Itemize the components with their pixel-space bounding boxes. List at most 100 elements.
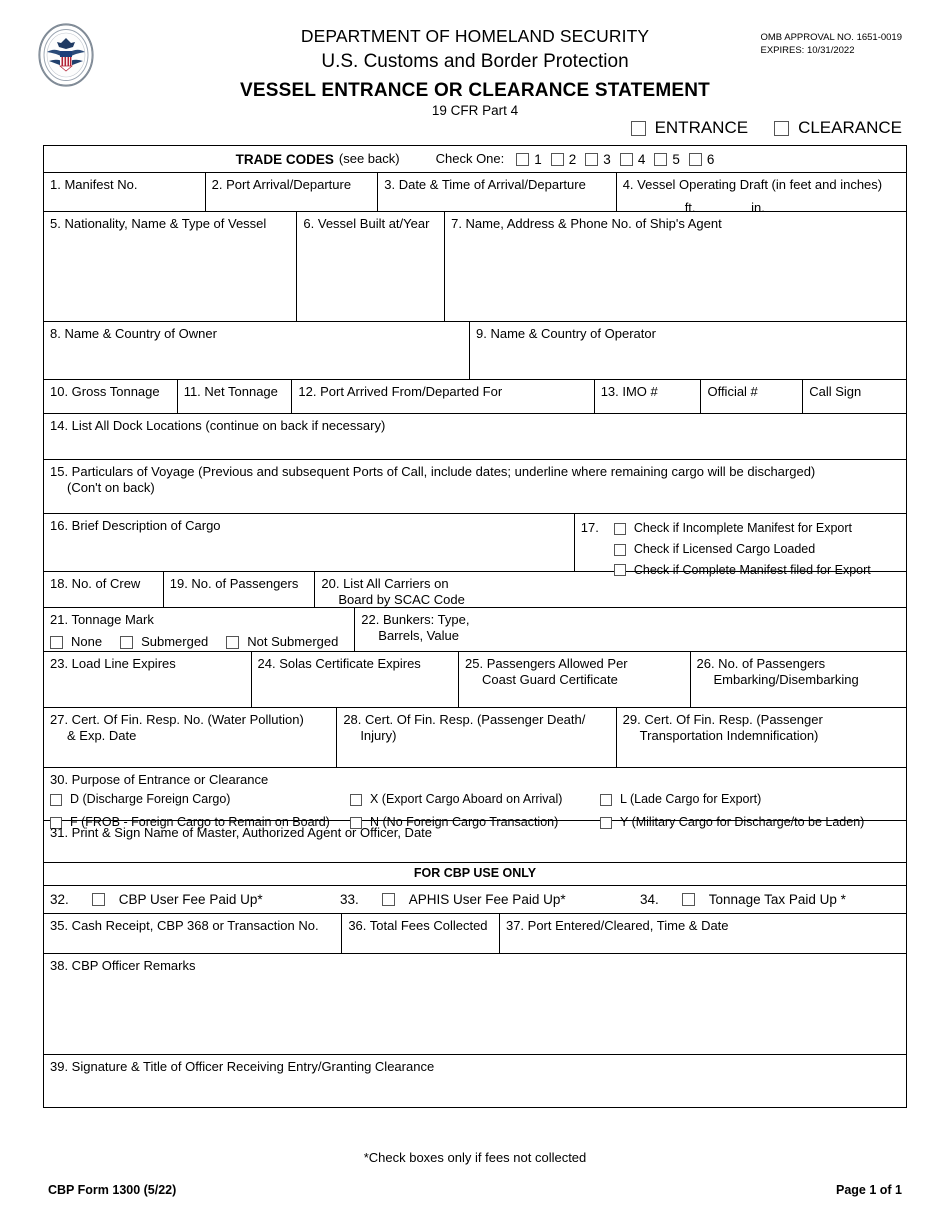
field-1-label: 1. Manifest No.	[50, 177, 138, 192]
field-20-carriers-scac[interactable]: 20. List All Carriers on Board by SCAC C…	[315, 572, 906, 607]
field-30-checkbox-x[interactable]	[350, 794, 362, 807]
trade-code-checkbox-1[interactable]	[516, 152, 530, 166]
field-21-option-submerged[interactable]: Submerged	[120, 634, 208, 650]
field-35-cash-receipt[interactable]: 35. Cash Receipt, CBP 368 or Transaction…	[44, 913, 343, 953]
trade-code-option-5[interactable]: 5	[654, 151, 680, 168]
field-21-option-not-submerged[interactable]: Not Submerged	[226, 634, 338, 650]
field-21-option-none[interactable]: None	[50, 634, 102, 650]
clearance-option[interactable]: CLEARANCE	[774, 118, 902, 138]
field-35-label: 35. Cash Receipt, CBP 368 or Transaction…	[50, 917, 319, 933]
field-33-label: APHIS User Fee Paid Up*	[408, 891, 566, 907]
field-30-option-x[interactable]: X (Export Cargo Aboard on Arrival)	[350, 792, 600, 808]
trade-code-option-1[interactable]: 1	[516, 151, 542, 168]
field-19-no-of-passengers[interactable]: 19. No. of Passengers	[164, 572, 316, 607]
trade-code-checkbox-6[interactable]	[688, 152, 702, 166]
form-identifier: CBP Form 1300 (5/22)	[48, 1183, 177, 1197]
field-17-checkbox-1[interactable]	[613, 522, 626, 535]
row-fields-32-34: 32. CBP User Fee Paid Up* 33. APHIS User…	[44, 886, 906, 914]
field-21-checkbox-none[interactable]	[50, 636, 63, 650]
field-34-checkbox[interactable]	[681, 892, 695, 906]
field-17-option-incomplete-manifest[interactable]: Check if Incomplete Manifest for Export	[613, 521, 871, 537]
field-26-label-line2: Embarking/Disembarking	[713, 672, 859, 688]
field-18-no-of-crew[interactable]: 18. No. of Crew	[44, 572, 164, 607]
row-field-30: 30. Purpose of Entrance or Clearance D (…	[44, 768, 906, 829]
field-32-checkbox[interactable]	[91, 892, 105, 906]
field-36-total-fees-collected[interactable]: 36. Total Fees Collected	[342, 913, 500, 953]
field-15-particulars-of-voyage[interactable]: 15. Particulars of Voyage (Previous and …	[44, 460, 906, 513]
field-28-cert-fin-resp-passenger-death[interactable]: 28. Cert. Of Fin. Resp. (Passenger Death…	[337, 708, 617, 767]
field-39-officer-signature[interactable]: 39. Signature & Title of Officer Receivi…	[44, 1055, 906, 1107]
trade-code-checkbox-2[interactable]	[550, 152, 564, 166]
field-6-vessel-built[interactable]: 6. Vessel Built at/Year	[297, 212, 446, 321]
field-22-bunkers[interactable]: 22. Bunkers: Type, Barrels, Value	[355, 608, 906, 651]
field-9-operator[interactable]: 9. Name & Country of Operator	[470, 322, 906, 379]
field-7-ships-agent[interactable]: 7. Name, Address & Phone No. of Ship's A…	[445, 212, 906, 321]
field-13-official-label: Official #	[707, 384, 758, 399]
field-29-cert-fin-resp-passenger-transport[interactable]: 29. Cert. Of Fin. Resp. (Passenger Trans…	[617, 708, 906, 767]
field-32-cbp-user-fee[interactable]: 32. CBP User Fee Paid Up*	[50, 891, 340, 908]
field-3-date-time[interactable]: 3. Date & Time of Arrival/Departure	[378, 173, 617, 211]
field-33-aphis-user-fee[interactable]: 33. APHIS User Fee Paid Up*	[340, 891, 640, 908]
field-21-checkbox-submerged[interactable]	[120, 636, 134, 650]
field-10-gross-tonnage[interactable]: 10. Gross Tonnage	[44, 380, 178, 413]
field-34-tonnage-tax[interactable]: 34. Tonnage Tax Paid Up *	[640, 891, 846, 908]
field-13-call-sign[interactable]: Call Sign	[803, 380, 906, 413]
field-30-option-l[interactable]: L (Lade Cargo for Export)	[600, 792, 900, 808]
field-32-label: CBP User Fee Paid Up*	[118, 891, 263, 907]
field-1-manifest-no[interactable]: 1. Manifest No.	[44, 173, 206, 211]
trade-code-label-5: 5	[672, 151, 680, 167]
form-citation: 19 CFR Part 4	[431, 103, 519, 118]
trade-code-checkbox-4[interactable]	[619, 152, 633, 166]
trade-code-checkbox-3[interactable]	[585, 152, 599, 166]
field-16-cargo-description[interactable]: 16. Brief Description of Cargo	[44, 514, 575, 571]
field-37-port-entered-cleared[interactable]: 37. Port Entered/Cleared, Time & Date	[500, 914, 906, 953]
field-30-option-d[interactable]: D (Discharge Foreign Cargo)	[50, 792, 350, 808]
field-2-port-arrival-departure[interactable]: 2. Port Arrival/Departure	[206, 173, 379, 211]
field-37-label: 37. Port Entered/Cleared, Time & Date	[505, 917, 729, 933]
form-header: DEPARTMENT OF HOMELAND SECURITY U.S. Cus…	[0, 0, 950, 140]
field-13-imo-number[interactable]: 13. IMO #	[595, 380, 702, 413]
trade-code-option-4[interactable]: 4	[619, 151, 645, 168]
field-17-export-checks: 17. Check if Incomplete Manifest for Exp…	[575, 514, 906, 577]
field-27-cert-fin-resp-water-pollution[interactable]: 27. Cert. Of Fin. Resp. No. (Water Pollu…	[44, 708, 338, 767]
field-17-number: 17.	[580, 520, 599, 535]
field-26-passengers-embarking[interactable]: 26. No. of Passengers Embarking/Disembar…	[691, 652, 907, 707]
field-32-number: 32.	[50, 891, 69, 907]
field-17-option-licensed-cargo[interactable]: Check if Licensed Cargo Loaded	[613, 542, 871, 558]
field-31-master-signature[interactable]: 31. Print & Sign Name of Master, Authori…	[44, 821, 906, 862]
trade-code-option-2[interactable]: 2	[550, 151, 576, 168]
field-4-operating-draft[interactable]: 4. Vessel Operating Draft (in feet and i…	[617, 173, 906, 215]
field-5-nationality-name-type[interactable]: 5. Nationality, Name & Type of Vessel	[44, 212, 298, 321]
row-field-15: 15. Particulars of Voyage (Previous and …	[44, 460, 906, 514]
field-25-passengers-allowed[interactable]: 25. Passengers Allowed Per Coast Guard C…	[459, 652, 691, 707]
field-38-officer-remarks[interactable]: 38. CBP Officer Remarks	[44, 954, 906, 1054]
field-29-label-line2: Transportation Indemnification)	[639, 728, 819, 744]
clearance-checkbox[interactable]	[774, 120, 790, 136]
field-10-label: 10. Gross Tonnage	[50, 384, 160, 399]
field-30-checkbox-d[interactable]	[50, 794, 62, 807]
field-24-solas-certificate-expires[interactable]: 24. Solas Certificate Expires	[252, 652, 460, 707]
field-13-official-number[interactable]: Official #	[701, 380, 804, 413]
trade-code-checkbox-5[interactable]	[654, 152, 668, 166]
row-field-31: 31. Print & Sign Name of Master, Authori…	[44, 821, 906, 863]
trade-code-option-3[interactable]: 3	[585, 151, 611, 168]
field-8-owner[interactable]: 8. Name & Country of Owner	[44, 322, 471, 379]
field-33-checkbox[interactable]	[381, 892, 395, 906]
field-3-label: 3. Date & Time of Arrival/Departure	[384, 177, 586, 192]
field-14-dock-locations[interactable]: 14. List All Dock Locations (continue on…	[44, 414, 906, 459]
field-12-port-arrived-from[interactable]: 12. Port Arrived From/Departed For	[292, 380, 595, 413]
entrance-checkbox[interactable]	[630, 120, 646, 136]
field-23-load-line-expires[interactable]: 23. Load Line Expires	[44, 652, 252, 707]
row-fields-35-37: 35. Cash Receipt, CBP 368 or Transaction…	[44, 913, 906, 954]
field-11-net-tonnage[interactable]: 11. Net Tonnage	[178, 380, 293, 413]
trade-code-label-3: 3	[603, 151, 611, 167]
entrance-option[interactable]: ENTRANCE	[630, 118, 748, 138]
field-30-checkbox-l[interactable]	[600, 794, 612, 807]
cbp-use-only-band: FOR CBP USE ONLY	[413, 866, 537, 880]
field-21-checkbox-not-submerged[interactable]	[226, 636, 240, 650]
trade-code-label-6: 6	[706, 151, 715, 167]
field-13-call-sign-label: Call Sign	[809, 384, 862, 399]
trade-code-option-6[interactable]: 6	[688, 151, 715, 168]
field-17-checkbox-2[interactable]	[613, 543, 626, 556]
row-fields-16-17: 16. Brief Description of Cargo 17. Check…	[44, 514, 906, 577]
